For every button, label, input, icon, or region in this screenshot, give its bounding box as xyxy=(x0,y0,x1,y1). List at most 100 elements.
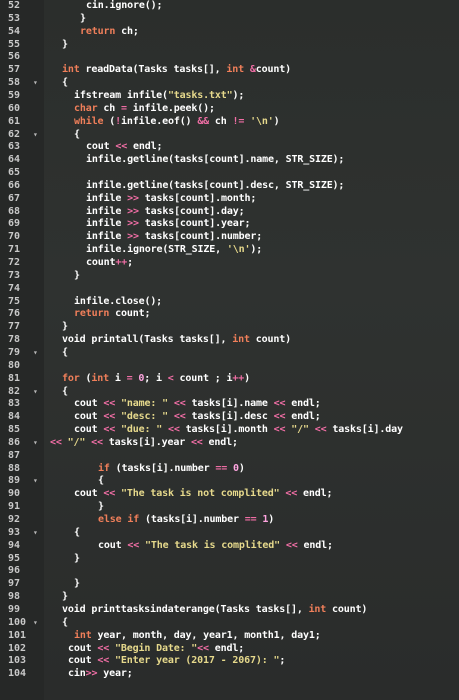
code-text: if (tasks[i].number == 0) xyxy=(98,462,245,475)
code-token: cout xyxy=(74,398,104,410)
code-token: << xyxy=(190,436,203,448)
code-line[interactable]: 65 xyxy=(0,166,459,179)
line-number: 91 xyxy=(8,501,21,513)
code-line[interactable]: 78 void printall(Tasks tasks[], int count… xyxy=(0,333,459,346)
code-line[interactable]: 87 xyxy=(0,449,459,462)
code-line[interactable]: 69 infile >> tasks[count].year; xyxy=(0,217,459,230)
code-line[interactable]: 94 cout << "The task is complited" << end… xyxy=(0,539,459,552)
line-number: 96 xyxy=(8,565,21,577)
code-token: "desc: " xyxy=(120,411,168,423)
fold-toggle-icon[interactable]: ▾ xyxy=(33,385,43,398)
code-line[interactable]: 81 for (int i = 0; i < count ; i++) xyxy=(0,372,459,385)
code-line[interactable]: 61 while (!infile.eof() && ch != '\n') xyxy=(0,115,459,128)
code-text: { xyxy=(62,76,68,89)
code-line[interactable]: 70 infile >> tasks[count].number; xyxy=(0,230,459,243)
code-line[interactable]: 100 ▾ { xyxy=(0,616,459,629)
code-line[interactable]: 82 ▾ { xyxy=(0,385,459,398)
line-number: 70 xyxy=(8,231,21,243)
code-line[interactable]: 77} xyxy=(0,320,459,333)
code-token: { xyxy=(74,526,80,538)
fold-toggle-icon[interactable]: ▾ xyxy=(33,616,43,629)
code-token: ++ xyxy=(115,257,128,268)
code-text: cin.ignore(); xyxy=(86,0,162,12)
code-line[interactable]: 67 infile >> tasks[count].month; xyxy=(0,192,459,205)
code-text: int readData(Tasks tasks[], int &count) xyxy=(62,63,291,76)
code-line[interactable]: 102 cout << "Begin Date: "<< endl; xyxy=(0,642,459,655)
code-token: } xyxy=(74,578,80,590)
code-line[interactable]: 103 cout << "Enter year (2017 - 2067): "; xyxy=(0,654,459,667)
line-number: 62 xyxy=(8,128,21,140)
code-line[interactable]: 88 if (tasks[i].number == 0) xyxy=(0,462,459,475)
code-line[interactable]: 58 ▾ { xyxy=(0,76,459,89)
code-editor[interactable]: 52 cin.ignore(); 53} 54 return ch; 55} 56 57 int… xyxy=(0,0,459,700)
code-line[interactable]: 75 infile.close(); xyxy=(0,295,459,308)
code-line[interactable]: 84 cout << "desc: " << tasks[i].desc << e… xyxy=(0,410,459,423)
code-line[interactable]: 96 xyxy=(0,564,459,577)
code-text: } xyxy=(98,500,104,513)
code-line[interactable]: 66 infile.getline(tasks[count].desc, STR_… xyxy=(0,179,459,192)
code-text: infile >> tasks[count].day; xyxy=(86,205,245,218)
code-token: { xyxy=(62,616,68,628)
code-line[interactable]: 55} xyxy=(0,38,459,51)
code-token: << xyxy=(91,436,103,448)
code-line[interactable]: 79 ▾ { xyxy=(0,346,459,359)
code-line[interactable]: 74 xyxy=(0,282,459,295)
code-text: cout << "The task is not complited" << e… xyxy=(74,487,333,500)
fold-toggle-icon[interactable]: ▾ xyxy=(33,474,43,487)
code-line[interactable]: 53} xyxy=(0,12,459,25)
code-line[interactable]: 86 ▾ << "/" << tasks[i].year << endl; xyxy=(0,436,459,449)
code-line[interactable]: 73} xyxy=(0,269,459,282)
code-line[interactable]: 91} xyxy=(0,500,459,513)
code-text: { xyxy=(98,474,104,487)
code-line[interactable]: 92 else if (tasks[i].number == 1) xyxy=(0,513,459,526)
code-line[interactable]: 99 void printtasksindaterange(Tasks tasks… xyxy=(0,603,459,616)
code-line[interactable]: 95} xyxy=(0,552,459,565)
code-line[interactable]: 54 return ch; xyxy=(0,25,459,38)
code-token: infile.getline(tasks[count].name, STR_SI… xyxy=(86,154,345,166)
code-token: endl; xyxy=(285,398,321,410)
code-line[interactable]: 97} xyxy=(0,577,459,590)
line-number: 102 xyxy=(8,642,27,654)
code-line[interactable]: 90 cout << "The task is not complited" <<… xyxy=(0,487,459,500)
code-token: char xyxy=(74,102,98,114)
code-token: tasks[i].day xyxy=(326,424,403,436)
code-token: >> xyxy=(85,668,98,680)
line-number: 79 xyxy=(8,346,21,358)
code-token: infile.ignore(STR_SIZE, xyxy=(86,244,227,256)
fold-toggle-icon[interactable]: ▾ xyxy=(33,436,43,449)
code-line[interactable]: 56 xyxy=(0,50,459,63)
code-line[interactable]: 72 count++; xyxy=(0,256,459,269)
code-text: infile.close(); xyxy=(74,295,162,308)
code-line[interactable]: 68 infile >> tasks[count].day; xyxy=(0,205,459,218)
fold-toggle-icon[interactable]: ▾ xyxy=(33,526,43,539)
code-line[interactable]: 52 cin.ignore(); xyxy=(0,0,459,12)
fold-toggle-icon[interactable]: ▾ xyxy=(33,128,43,141)
code-line[interactable]: 83 cout << "name: " << tasks[i].name << e… xyxy=(0,397,459,410)
code-line[interactable]: 64 infile.getline(tasks[count].name, STR_… xyxy=(0,153,459,166)
code-text: { xyxy=(62,385,68,398)
fold-toggle-icon[interactable]: ▾ xyxy=(33,346,43,359)
code-line[interactable]: 93 ▾ { xyxy=(0,526,459,539)
fold-toggle-icon[interactable]: ▾ xyxy=(33,76,43,89)
code-line[interactable]: 60 char ch = infile.peek(); xyxy=(0,102,459,115)
code-line[interactable]: 85 cout << "due: " << tasks[i].month << "… xyxy=(0,423,459,436)
code-token: int xyxy=(74,629,92,641)
code-line[interactable]: 104 cin>> year; xyxy=(0,667,459,680)
code-text: cout << "Enter year (2017 - 2067): "; xyxy=(68,654,285,667)
code-line[interactable]: 71 infile.ignore(STR_SIZE, '\n'); xyxy=(0,243,459,256)
code-token: count) xyxy=(255,64,291,76)
code-line[interactable]: 63 cout << endl; xyxy=(0,140,459,153)
code-line[interactable]: 89 ▾ { xyxy=(0,474,459,487)
code-line[interactable]: 101 int year, month, day, year1, month1, … xyxy=(0,629,459,642)
code-line[interactable]: 80 xyxy=(0,359,459,372)
code-token: << xyxy=(285,539,298,551)
code-text: cout << "name: " << tasks[i].name << end… xyxy=(74,397,321,410)
code-token: tasks[i].month xyxy=(179,424,274,436)
code-line[interactable]: 59 ifstream infile("tasks.txt"); xyxy=(0,89,459,102)
code-line[interactable]: 76 return count; xyxy=(0,307,459,320)
line-number: 72 xyxy=(8,257,21,268)
code-token: ; xyxy=(127,257,133,268)
code-line[interactable]: 98} xyxy=(0,590,459,603)
code-line[interactable]: 57 int readData(Tasks tasks[], int &count… xyxy=(0,63,459,76)
code-line[interactable]: 62 ▾ { xyxy=(0,128,459,141)
